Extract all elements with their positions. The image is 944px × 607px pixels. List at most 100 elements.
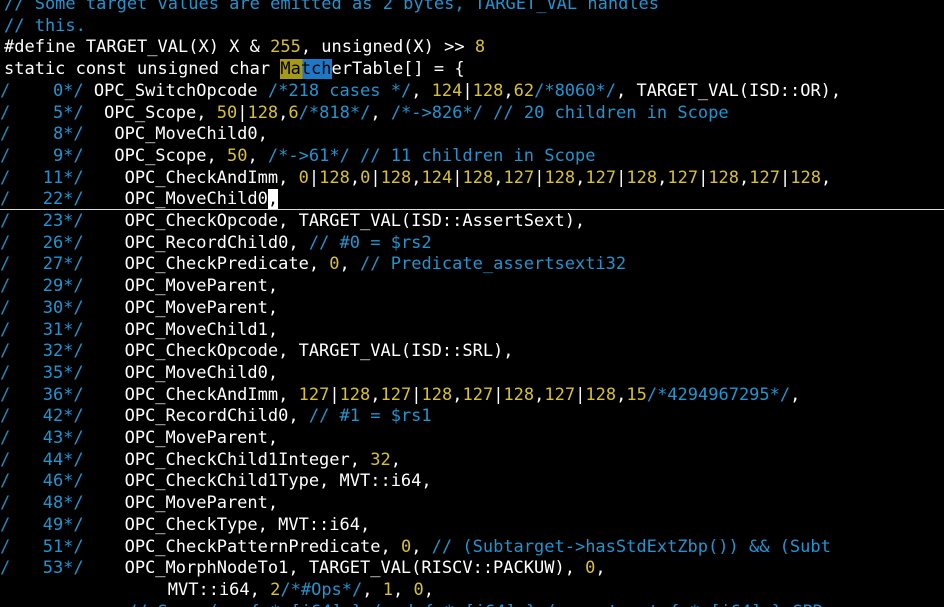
code-token: OPC_MorphNodeTo1, TARGET_VAL(RISCV::PACK…: [124, 558, 586, 579]
code-token: 0: [400, 536, 412, 557]
code-token: 32*/: [12, 341, 125, 362]
code-token: 0: [360, 167, 371, 188]
comment-continuation-marker: /: [0, 124, 11, 145]
comment-continuation-marker: /: [0, 297, 11, 318]
comment-continuation-marker: /: [0, 493, 11, 514]
code-token: ,: [423, 579, 434, 600]
comment-continuation-marker: /: [0, 558, 11, 579]
code-token: , unsigned(X) >>: [300, 37, 475, 58]
code-text: 22*/ OPC_MoveChild0,: [12, 188, 279, 210]
code-token: ,: [503, 80, 514, 101]
code-token: 0: [298, 167, 309, 188]
code-token: // #1 = $rs1: [308, 406, 432, 427]
code-token: // (Subtarget->hasStdExtZbp()) && (Subt: [431, 536, 831, 557]
code-token: 0: [585, 558, 596, 579]
comment-continuation-marker: /: [0, 471, 11, 492]
code-text: 46*/ OPC_CheckChild1Type, MVT::i64,: [12, 470, 432, 492]
code-token: 22*/: [12, 189, 125, 210]
code-token: 127: [749, 167, 780, 188]
code-token: 127: [544, 384, 576, 405]
code-token: // this.: [4, 15, 86, 36]
code-token: ,: [452, 384, 463, 405]
code-text: 26*/ OPC_RecordChild0, // #0 = $rs2: [12, 232, 432, 254]
code-token: 128: [544, 167, 576, 188]
code-token: ,: [339, 254, 361, 275]
code-text: 53*/ OPC_MorphNodeTo1, TARGET_VAL(RISCV:…: [12, 557, 606, 579]
comment-continuation-marker: /: [0, 102, 11, 123]
code-token: 50: [216, 102, 238, 123]
code-token: /*218 cases */: [267, 80, 412, 101]
comment-continuation-marker: /: [0, 254, 11, 275]
code-text: // Src: (or:{ *:[i64] } (and:{ *:[i64] }…: [4, 601, 833, 607]
code-token: OPC_CheckAndImm,: [124, 384, 299, 405]
code-token: /*8060*/: [534, 80, 616, 101]
comment-continuation-marker: /: [0, 362, 11, 383]
code-editor[interactable]: // Some target values are emitted as 2 b…: [0, 0, 944, 607]
code-token: 127: [462, 384, 494, 405]
code-token: /*4294967295*/: [646, 384, 791, 405]
code-token: ,: [739, 167, 750, 188]
code-token: 128: [503, 384, 535, 405]
code-token: 26*/: [12, 232, 125, 253]
code-token: ,: [575, 167, 586, 188]
code-token: // Src: (or:{ *:[i64] } (and:{ *:[i64] }…: [127, 602, 833, 607]
code-token: ,: [370, 384, 381, 405]
code-token: 8: [474, 37, 486, 58]
code-token: OPC_Scope,: [104, 102, 217, 123]
code-token: 0: [413, 579, 424, 600]
code-token: /*#Ops*/: [280, 579, 363, 600]
code-token: ,: [411, 536, 432, 557]
code-token: MVT::i64,: [167, 579, 271, 600]
comment-continuation-marker: /: [0, 428, 11, 448]
code-token: /*->61*/ // 11 children in Scope: [267, 145, 596, 166]
code-token: OPC_MoveParent,: [124, 493, 279, 514]
code-token: |: [616, 167, 627, 188]
code-token: ,: [534, 384, 545, 405]
comment-continuation-marker: /: [0, 145, 11, 166]
code-token: OPC_CheckPatternPredicate,: [124, 536, 401, 557]
code-text: 36*/ OPC_CheckAndImm, 127|128,127|128,12…: [12, 384, 801, 406]
code-token: ,: [616, 384, 627, 405]
code-token: 46*/: [12, 471, 125, 492]
search-match-highlight: Match: [280, 59, 332, 80]
code-token: ,: [493, 167, 504, 188]
code-token: 23*/: [12, 211, 125, 231]
code-token: 128: [585, 384, 617, 405]
comment-continuation-marker: /: [0, 406, 11, 427]
code-token: OPC_MoveChild0: [124, 189, 268, 210]
code-token: // Some target values are emitted as 2 b…: [4, 0, 660, 14]
code-token: , TARGET_VAL(ISD::OR),: [615, 80, 842, 101]
code-token: |: [308, 167, 320, 188]
code-token: 62: [513, 80, 535, 101]
code-token: OPC_RecordChild0,: [124, 232, 309, 253]
code-text: 35*/ OPC_MoveChild0,: [12, 362, 278, 384]
code-token: OPC_RecordChild0,: [124, 406, 309, 427]
code-token: 35*/: [12, 362, 125, 383]
code-token: ,: [411, 167, 422, 188]
code-token: OPC_MoveParent,: [124, 276, 279, 297]
code-token: 128: [421, 384, 453, 405]
code-token: |: [370, 167, 381, 188]
code-token: 53*/: [12, 558, 125, 579]
code-token: 15: [626, 384, 647, 405]
code-token: 127: [667, 167, 699, 188]
code-token: 1: [382, 579, 393, 600]
code-text: 51*/ OPC_CheckPatternPredicate, 0, // (S…: [12, 536, 831, 558]
code-token: OPC_CheckAndImm,: [124, 167, 299, 188]
code-text: 31*/ OPC_MoveChild1,: [12, 319, 278, 341]
code-token: |: [780, 167, 791, 188]
code-text: 30*/ OPC_MoveParent,: [12, 297, 278, 319]
comment-continuation-marker: /: [0, 276, 11, 297]
code-token: ,: [278, 102, 289, 123]
code-token: 42*/: [12, 406, 125, 427]
code-text: // this.: [4, 15, 86, 37]
code-token: 29*/: [12, 276, 125, 297]
code-token: erTable[] = {: [331, 59, 465, 80]
code-text: 9*/ OPC_Scope, 50, /*->61*/ // 11 childr…: [12, 145, 596, 167]
code-text: 11*/ OPC_CheckAndImm, 0|128,0|128,124|12…: [12, 167, 832, 189]
comment-continuation-marker: /: [0, 80, 11, 101]
code-token: 8*/: [12, 124, 115, 145]
code-text: 0*/ OPC_SwitchOpcode /*218 cases */, 124…: [12, 80, 841, 102]
code-text: 29*/ OPC_MoveParent,: [12, 275, 278, 297]
code-token: OPC_CheckPredicate,: [124, 254, 330, 275]
